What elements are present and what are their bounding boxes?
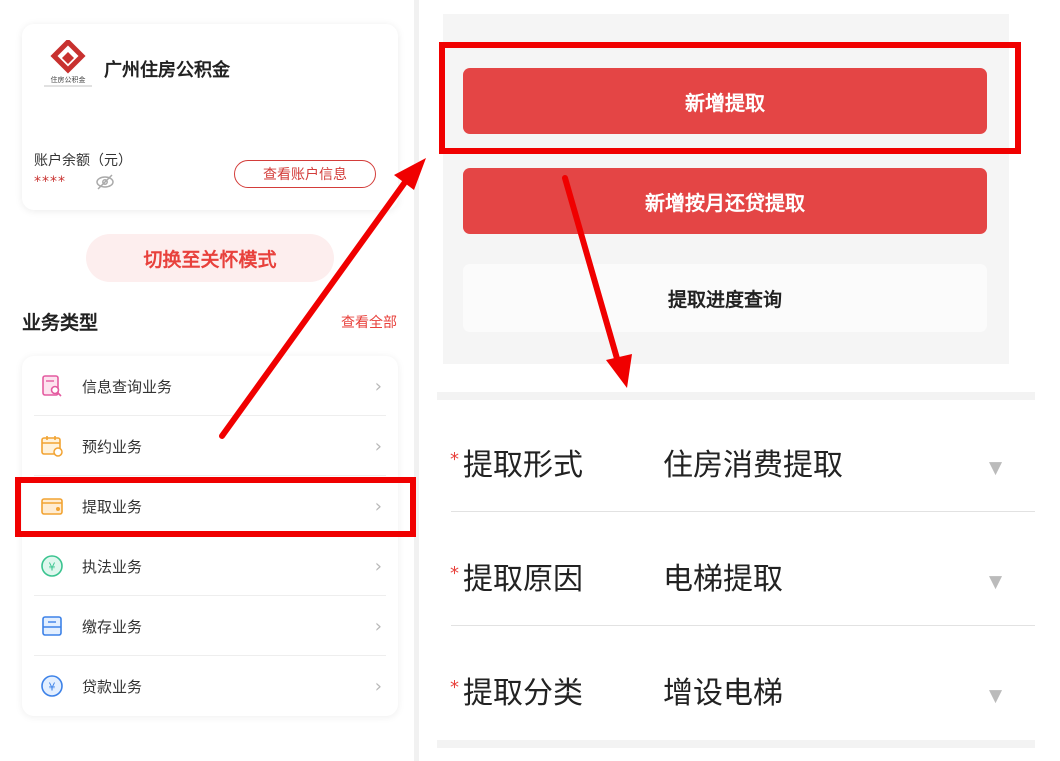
arrow-line-to-new-withdraw [219,175,411,439]
screenshot-stage: 住房公积金 广州住房公积金 账户余额（元） **** 查看账户信息 切换至关怀模… [0,0,1060,761]
arrow-head-down-icon [606,354,632,388]
arrow-line-to-form [562,175,621,365]
annotation-arrows [219,158,632,439]
arrow-head-up-icon [394,158,426,190]
